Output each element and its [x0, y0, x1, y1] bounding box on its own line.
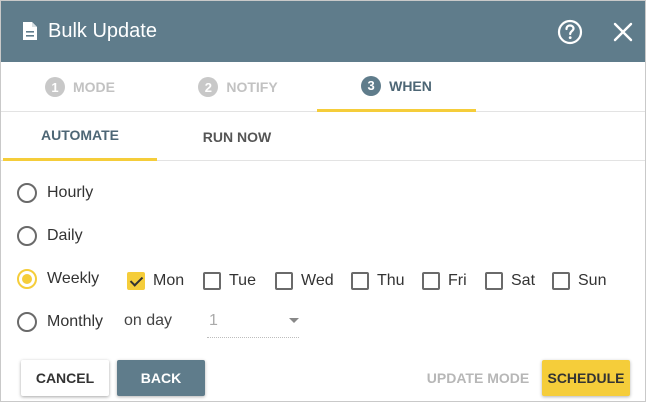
step-number: 3	[361, 75, 382, 96]
day-label: Sat	[511, 272, 536, 289]
radio-daily[interactable]: Daily	[17, 224, 83, 248]
checkbox[interactable]	[552, 272, 570, 290]
radio-weekly[interactable]: Weekly	[17, 267, 99, 291]
step-label: NOTIFY	[226, 79, 278, 95]
day-label: Thu	[377, 272, 405, 289]
checkbox-mon[interactable]: Mon	[127, 269, 184, 293]
step-notify[interactable]: 2 NOTIFY	[159, 62, 317, 112]
radio-button[interactable]	[17, 269, 37, 289]
step-label: MODE	[73, 79, 115, 95]
radio-hourly[interactable]: Hourly	[17, 181, 93, 205]
back-button[interactable]: BACK	[117, 360, 205, 396]
day-label: Sun	[578, 272, 607, 289]
checkbox-wed[interactable]: Wed	[275, 269, 334, 293]
radio-label: Monthly	[47, 313, 104, 330]
close-icon[interactable]	[612, 21, 634, 43]
radio-button[interactable]	[17, 312, 37, 332]
step-mode[interactable]: 1 MODE	[1, 62, 159, 112]
checkbox[interactable]	[275, 272, 293, 290]
update-mode-button[interactable]: UPDATE MODE	[421, 360, 535, 396]
schedule-tabs: AUTOMATE RUN NOW	[1, 112, 645, 161]
radio-label: Hourly	[47, 184, 94, 201]
radio-button[interactable]	[17, 183, 37, 203]
radio-button[interactable]	[17, 226, 37, 246]
radio-label: Daily	[47, 227, 83, 244]
checkbox[interactable]	[351, 272, 369, 290]
step-indicator: 1 MODE 2 NOTIFY 3 WHEN	[1, 62, 645, 112]
help-circle-icon[interactable]	[557, 19, 583, 45]
dialog-title: Bulk Update	[48, 20, 157, 42]
checkbox[interactable]	[203, 272, 221, 290]
step-number: 2	[198, 77, 219, 97]
tab-automate[interactable]: AUTOMATE	[3, 112, 157, 161]
bulk-update-dialog: Bulk Update 1 MODE 2 NOTIFY 3 WHEN AUTOM…	[0, 0, 646, 402]
day-label: Fri	[448, 272, 467, 289]
checkbox-tue[interactable]: Tue	[203, 269, 256, 293]
day-label: Tue	[229, 272, 256, 289]
step-when[interactable]: 3 WHEN	[317, 62, 476, 112]
chevron-down-icon	[289, 318, 299, 323]
day-label: Wed	[301, 272, 334, 289]
cancel-button[interactable]: CANCEL	[21, 360, 109, 396]
step-number: 1	[45, 77, 65, 97]
radio-monthly[interactable]: Monthly	[17, 310, 103, 334]
checkbox-sun[interactable]: Sun	[552, 269, 606, 293]
checkbox-thu[interactable]: Thu	[351, 269, 405, 293]
tab-run-now[interactable]: RUN NOW	[159, 112, 315, 161]
day-of-month-select[interactable]: 1	[207, 310, 299, 338]
radio-label: Weekly	[47, 270, 100, 287]
checkbox-fri[interactable]: Fri	[422, 269, 467, 293]
checkbox[interactable]	[485, 272, 503, 290]
document-icon	[23, 22, 37, 40]
day-label: Mon	[153, 272, 185, 289]
checkbox[interactable]	[422, 272, 440, 290]
select-value: 1	[209, 312, 218, 329]
checkbox[interactable]	[127, 272, 145, 290]
step-label: WHEN	[389, 77, 432, 94]
checkbox-sat[interactable]: Sat	[485, 269, 535, 293]
on-day-label: on day	[124, 312, 173, 329]
dialog-header: Bulk Update	[1, 1, 645, 62]
schedule-button[interactable]: SCHEDULE	[542, 360, 630, 396]
